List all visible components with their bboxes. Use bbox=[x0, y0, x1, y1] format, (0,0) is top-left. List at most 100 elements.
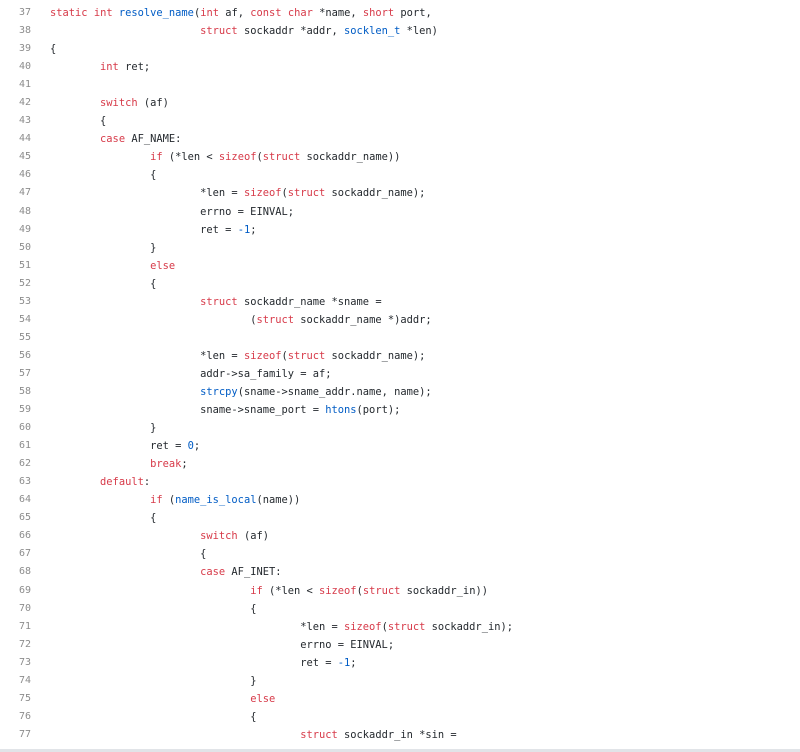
code-token: } bbox=[150, 422, 157, 435]
code-token: { bbox=[200, 548, 207, 561]
code-token: ( bbox=[162, 494, 176, 507]
code-token: -1 bbox=[337, 656, 351, 669]
code-token: sockaddr_name *)addr; bbox=[294, 313, 432, 326]
code-text: { bbox=[50, 509, 800, 527]
code-token: (port); bbox=[356, 404, 401, 417]
code-token: AF_NAME: bbox=[125, 133, 182, 146]
code-line: 55 bbox=[0, 329, 800, 347]
code-token: else bbox=[250, 692, 276, 705]
code-token: *len) bbox=[400, 25, 438, 38]
code-token: if bbox=[150, 151, 163, 164]
code-token: sockaddr_in)) bbox=[400, 584, 488, 597]
code-token: ret = bbox=[300, 656, 338, 669]
code-text: else bbox=[50, 257, 800, 275]
code-token: ret; bbox=[118, 61, 151, 74]
code-token: { bbox=[250, 602, 257, 615]
line-number: 66 bbox=[18, 530, 31, 542]
code-token: af, bbox=[218, 7, 251, 19]
code-token: sockaddr_in); bbox=[425, 620, 513, 633]
code-token: { bbox=[100, 115, 107, 128]
code-text: strcpy(sname->sname_addr.name, name); bbox=[50, 383, 800, 401]
code-text: { bbox=[50, 275, 800, 293]
code-text: { bbox=[50, 708, 800, 726]
code-text: switch (af) bbox=[50, 94, 800, 112]
line-number: 59 bbox=[18, 404, 31, 416]
line-number: 73 bbox=[18, 656, 31, 668]
line-number: 49 bbox=[18, 223, 31, 235]
code-text: struct sockaddr_in *sin = bbox=[50, 726, 800, 744]
code-line: 69 if (*len < sizeof(struct sockaddr_in)… bbox=[0, 582, 800, 600]
code-line: 50 } bbox=[0, 239, 800, 257]
line-number: 74 bbox=[18, 674, 31, 686]
code-token: int bbox=[100, 61, 119, 74]
code-token: sockaddr_name *sname = bbox=[237, 295, 382, 308]
line-number: 58 bbox=[18, 385, 31, 397]
code-text: static int resolve_name(int af, const ch… bbox=[50, 4, 800, 22]
code-line: 70 { bbox=[0, 600, 800, 618]
code-token: default bbox=[100, 476, 144, 489]
code-text: addr->sa_family = af; bbox=[50, 365, 800, 383]
code-token: *name, bbox=[312, 7, 363, 19]
code-token: struct bbox=[287, 187, 326, 200]
code-text: ret = -1; bbox=[50, 654, 800, 672]
code-text: struct sockaddr *addr, socklen_t *len) bbox=[50, 22, 800, 40]
code-line: 71 *len = sizeof(struct sockaddr_in); bbox=[0, 618, 800, 636]
code-line: 51 else bbox=[0, 257, 800, 275]
code-token: ; bbox=[350, 656, 357, 669]
code-line: 43 { bbox=[0, 112, 800, 130]
code-token: -1 bbox=[237, 223, 251, 236]
line-number: 53 bbox=[18, 295, 31, 307]
line-number: 55 bbox=[18, 331, 31, 343]
code-line: 68 case AF_INET: bbox=[0, 563, 800, 581]
code-token: break bbox=[150, 458, 182, 471]
code-line: 45 if (*len < sizeof(struct sockaddr_nam… bbox=[0, 148, 800, 166]
line-number: 56 bbox=[18, 349, 31, 361]
code-line: 52 { bbox=[0, 275, 800, 293]
code-line: 62 break; bbox=[0, 455, 800, 473]
code-line: 39 { bbox=[0, 40, 800, 58]
line-number: 42 bbox=[18, 97, 31, 109]
code-text: sname->sname_port = htons(port); bbox=[50, 401, 800, 419]
code-token: : bbox=[143, 476, 151, 489]
code-token: port, bbox=[394, 7, 432, 19]
code-line: 41 bbox=[0, 76, 800, 94]
code-token: (*len < bbox=[262, 584, 320, 597]
code-line: 61 ret = 0; bbox=[0, 437, 800, 455]
code-text: int ret; bbox=[50, 58, 800, 76]
line-number: 38 bbox=[18, 25, 31, 37]
code-token: (sname->sname_addr.name, name); bbox=[237, 385, 432, 398]
line-number: 72 bbox=[18, 638, 31, 650]
code-line: 44 case AF_NAME: bbox=[0, 130, 800, 148]
code-line: 59 sname->sname_port = htons(port); bbox=[0, 401, 800, 419]
code-token: { bbox=[50, 43, 57, 56]
line-number: 45 bbox=[18, 151, 31, 163]
code-text: { bbox=[50, 545, 800, 563]
code-text: { bbox=[50, 40, 800, 58]
code-token: sizeof bbox=[243, 187, 282, 200]
code-text: { bbox=[50, 112, 800, 130]
code-token: sockaddr_name); bbox=[325, 349, 426, 362]
code-text: } bbox=[50, 419, 800, 437]
code-line: 56 *len = sizeof(struct sockaddr_name); bbox=[0, 347, 800, 365]
code-token: (af) bbox=[137, 97, 169, 110]
code-token: sockaddr *addr, bbox=[237, 25, 345, 38]
code-line: 42 switch (af) bbox=[0, 94, 800, 112]
code-text: if (name_is_local(name)) bbox=[50, 491, 800, 509]
code-token: AF_INET: bbox=[225, 566, 282, 579]
code-text: switch (af) bbox=[50, 527, 800, 545]
line-number: 60 bbox=[18, 422, 31, 434]
code-text: *len = sizeof(struct sockaddr_name); bbox=[50, 347, 800, 365]
code-token: const bbox=[250, 7, 282, 19]
code-line: 77 struct sockaddr_in *sin = bbox=[0, 726, 800, 744]
code-token: sizeof bbox=[344, 620, 382, 633]
line-number: 50 bbox=[18, 241, 31, 253]
code-text: ret = 0; bbox=[50, 437, 800, 455]
line-number: 61 bbox=[18, 440, 31, 452]
code-text: case AF_INET: bbox=[50, 563, 800, 581]
line-number: 40 bbox=[18, 61, 31, 73]
code-token: short bbox=[362, 7, 395, 19]
code-view: 37 static int resolve_name(int af, const … bbox=[0, 4, 800, 744]
line-number: 39 bbox=[18, 43, 31, 55]
line-number: 57 bbox=[18, 367, 31, 379]
